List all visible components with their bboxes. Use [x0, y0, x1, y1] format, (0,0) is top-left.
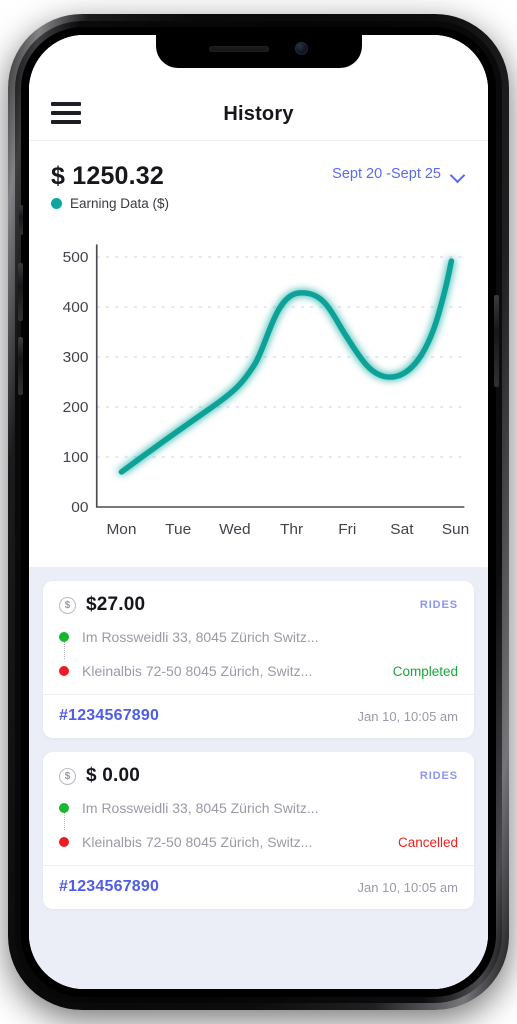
chevron-down-icon [451, 170, 466, 179]
app-container: History $ 1250.32 Earning Data ($) S [29, 35, 488, 989]
page-title: History [29, 103, 488, 126]
date-range-selector[interactable]: Sept 20 -Sept 25 [332, 166, 466, 182]
ride-route: Im Rossweidli 33, 8045 Zürich Switz... K… [59, 796, 458, 854]
x-tick-label: Sat [390, 521, 414, 538]
pickup-address: Im Rossweidli 33, 8045 Zürich Switz... [82, 629, 458, 645]
chart-axes [97, 245, 464, 507]
front-camera-icon [295, 42, 308, 55]
ride-pickup-row: Im Rossweidli 33, 8045 Zürich Switz... [59, 796, 458, 820]
phone-screen: History $ 1250.32 Earning Data ($) S [29, 35, 488, 989]
route-connector-line [64, 642, 65, 659]
ride-timestamp: Jan 10, 10:05 am [358, 709, 458, 724]
route-connector-line [64, 813, 65, 830]
speaker-grille-icon [209, 46, 269, 52]
total-amount: $ 1250.32 [51, 163, 169, 189]
silent-switch[interactable] [19, 205, 23, 235]
y-tick-label: 200 [63, 399, 89, 416]
chart-gridlines [97, 257, 464, 457]
x-tick-label: Mon [106, 521, 136, 538]
ride-card-body: $ $27.00 RIDES Im Rossweidli 3 [43, 581, 474, 694]
y-tick-label: 00 [71, 499, 88, 516]
earnings-total-block: $ 1250.32 Earning Data ($) [51, 163, 169, 211]
chart-y-axis-labels: 500 400 300 200 100 00 [63, 249, 89, 516]
pickup-address: Im Rossweidli 33, 8045 Zürich Switz... [82, 800, 458, 816]
earnings-line-chart: 500 400 300 200 100 00 Mon [39, 231, 472, 551]
ride-price-group: $ $ 0.00 [59, 765, 140, 787]
pickup-dot-icon [59, 803, 69, 813]
ride-id-link[interactable]: #1234567890 [59, 878, 159, 896]
x-tick-label: Fri [338, 521, 356, 538]
ride-price: $27.00 [86, 594, 145, 616]
x-tick-label: Wed [219, 521, 251, 538]
ride-timestamp: Jan 10, 10:05 am [358, 880, 458, 895]
earnings-line-series [121, 261, 451, 472]
ride-type-badge: RIDES [420, 770, 458, 782]
ride-card-body: $ $ 0.00 RIDES Im Rossweidli 3 [43, 752, 474, 865]
dollar-coin-icon: $ [59, 768, 76, 785]
volume-up-button[interactable] [18, 263, 23, 321]
x-tick-label: Sun [442, 521, 470, 538]
chart-x-axis-labels: Mon Tue Wed Thr Fri Sat Sun [106, 521, 469, 538]
ride-pickup-row: Im Rossweidli 33, 8045 Zürich Switz... [59, 625, 458, 649]
legend-label: Earning Data ($) [70, 196, 169, 211]
notch [156, 35, 362, 68]
dropoff-address: Kleinalbis 72-50 8045 Zürich, Switz... [82, 663, 370, 679]
phone-frame: History $ 1250.32 Earning Data ($) S [8, 14, 509, 1010]
status-badge: Cancelled [398, 835, 458, 850]
hamburger-menu-icon[interactable] [51, 102, 81, 126]
dropoff-dot-icon [59, 837, 69, 847]
ride-price: $ 0.00 [86, 765, 140, 787]
dollar-coin-icon: $ [59, 597, 76, 614]
ride-card[interactable]: $ $27.00 RIDES Im Rossweidli 3 [43, 581, 474, 738]
y-tick-label: 300 [63, 349, 89, 366]
volume-down-button[interactable] [18, 337, 23, 395]
y-tick-label: 400 [63, 299, 89, 316]
ride-dropoff-row: Kleinalbis 72-50 8045 Zürich, Switz... C… [59, 830, 458, 854]
dropoff-address: Kleinalbis 72-50 8045 Zürich, Switz... [82, 834, 375, 850]
earnings-chart: 500 400 300 200 100 00 Mon [29, 225, 488, 567]
ride-dropoff-row: Kleinalbis 72-50 8045 Zürich, Switz... C… [59, 659, 458, 683]
ride-card-header: $ $27.00 RIDES [59, 594, 458, 616]
date-range-label: Sept 20 -Sept 25 [332, 166, 441, 182]
y-tick-label: 500 [63, 249, 89, 266]
ride-card[interactable]: $ $ 0.00 RIDES Im Rossweidli 3 [43, 752, 474, 909]
x-tick-label: Thr [280, 521, 303, 538]
ride-type-badge: RIDES [420, 599, 458, 611]
legend-dot-icon [51, 198, 62, 209]
ride-card-header: $ $ 0.00 RIDES [59, 765, 458, 787]
earnings-summary: $ 1250.32 Earning Data ($) Sept 20 -Sept… [29, 141, 488, 225]
y-tick-label: 100 [63, 449, 89, 466]
ride-price-group: $ $27.00 [59, 594, 145, 616]
phone-bezel: History $ 1250.32 Earning Data ($) S [21, 27, 496, 997]
rides-list[interactable]: $ $27.00 RIDES Im Rossweidli 3 [29, 567, 488, 989]
ride-card-footer: #1234567890 Jan 10, 10:05 am [43, 865, 474, 909]
phone-frame-mid: History $ 1250.32 Earning Data ($) S [15, 21, 502, 1003]
dropoff-dot-icon [59, 666, 69, 676]
ride-route: Im Rossweidli 33, 8045 Zürich Switz... K… [59, 625, 458, 683]
ride-id-link[interactable]: #1234567890 [59, 707, 159, 725]
x-tick-label: Tue [165, 521, 191, 538]
power-button[interactable] [494, 295, 499, 387]
pickup-dot-icon [59, 632, 69, 642]
ride-card-footer: #1234567890 Jan 10, 10:05 am [43, 694, 474, 738]
chart-legend: Earning Data ($) [51, 196, 169, 211]
status-badge: Completed [393, 664, 458, 679]
